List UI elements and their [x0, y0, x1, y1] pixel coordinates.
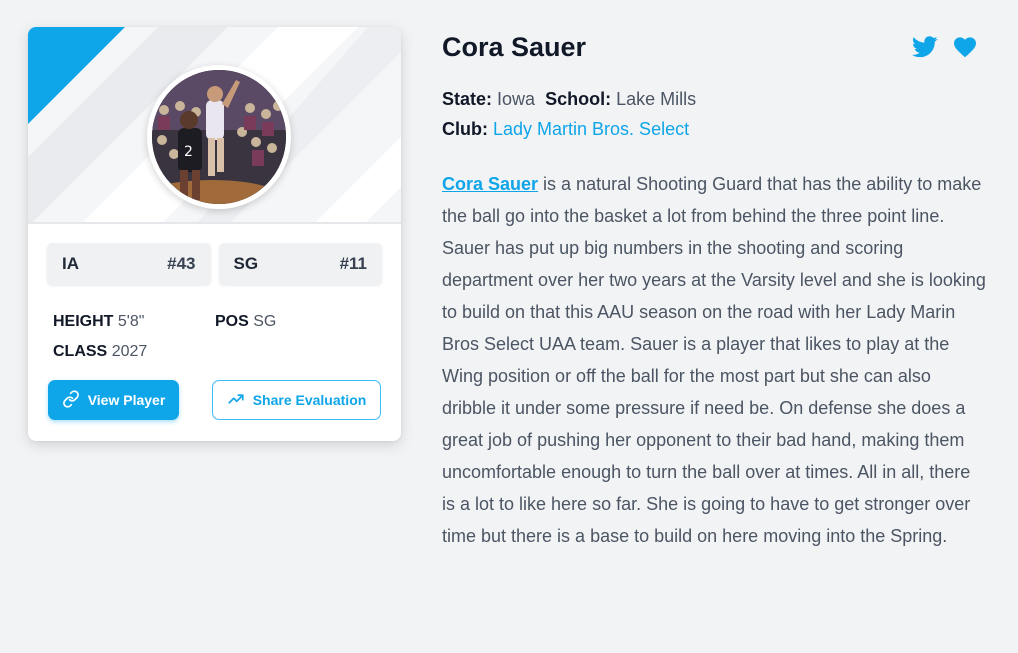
trending-up-icon	[227, 390, 245, 411]
share-evaluation-label: Share Evaluation	[252, 392, 367, 408]
class-value: 2027	[111, 343, 148, 360]
badge-rank: #43	[167, 254, 196, 273]
position-rank-badge: SG #11	[218, 243, 382, 285]
height-label: HEIGHT	[53, 313, 114, 330]
player-card: 2 IA #43 SG #11 HEIGHT 5'8" POS SG CLASS…	[28, 27, 401, 441]
badge-label: IA	[62, 254, 79, 273]
state-value: Iowa	[497, 89, 536, 109]
class-label: CLASS	[53, 343, 108, 360]
position-stat: POS SG	[215, 307, 377, 337]
club-label: Club:	[442, 119, 488, 139]
badge-label: SG	[233, 254, 259, 273]
player-bio: Cora Sauer is a natural Shooting Guard t…	[442, 168, 987, 552]
share-evaluation-button[interactable]: Share Evaluation	[212, 380, 381, 420]
svg-text:2: 2	[184, 144, 193, 160]
state-rank-badge: IA #43	[47, 243, 211, 285]
school-value: Lake Mills	[616, 89, 697, 109]
view-player-label: View Player	[87, 392, 166, 408]
player-photo: 2	[147, 65, 291, 209]
state-label: State:	[442, 89, 493, 109]
view-player-button[interactable]: View Player	[48, 380, 179, 420]
ranking-badges: IA #43 SG #11	[47, 243, 382, 285]
social-actions	[911, 36, 978, 63]
player-photo-icon: 2	[152, 70, 286, 204]
page: 2 IA #43 SG #11 HEIGHT 5'8" POS SG CLASS…	[0, 0, 1018, 653]
badge-rank: #11	[339, 254, 367, 273]
heart-icon[interactable]	[952, 36, 978, 63]
height-stat: HEIGHT 5'8"	[53, 307, 215, 337]
school-label: School:	[545, 89, 612, 109]
height-value: 5'8"	[117, 313, 145, 330]
class-stat: CLASS 2027	[53, 337, 215, 367]
bio-text: is a natural Shooting Guard that has the…	[442, 174, 986, 546]
player-name-link[interactable]: Cora Sauer	[442, 174, 538, 194]
card-header: 2	[28, 27, 401, 224]
player-name: Cora Sauer	[442, 32, 587, 62]
link-icon	[62, 389, 80, 411]
club-link[interactable]: Lady Martin Bros. Select	[493, 119, 689, 139]
pos-value: SG	[253, 313, 277, 330]
twitter-icon[interactable]	[911, 36, 938, 63]
player-meta: State: Iowa School: Lake Mills Club: Lad…	[442, 84, 696, 144]
pos-label: POS	[215, 313, 249, 330]
player-stats: HEIGHT 5'8" POS SG CLASS 2027	[53, 307, 383, 367]
